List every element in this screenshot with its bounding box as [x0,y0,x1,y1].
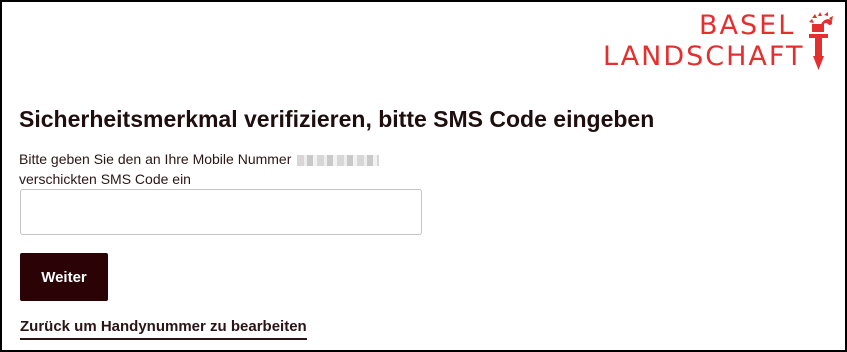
instructions-line-2: verschickten SMS Code ein [19,171,191,187]
page-frame: BASEL LANDSCHAFT Sicherheitsmerkmal veri… [0,0,847,352]
logo-line-landschaft: LANDSCHAFT [603,41,805,72]
sms-instructions: Bitte geben Sie den an Ihre Mobile Numme… [19,149,380,189]
next-button[interactable]: Weiter [20,253,108,301]
basel-landschaft-logo[interactable]: BASEL LANDSCHAFT [603,12,843,72]
instructions-line-1: Bitte geben Sie den an Ihre Mobile Numme… [19,151,292,167]
logo-line-basel: BASEL [699,10,796,41]
sms-code-input[interactable] [20,189,422,235]
edit-phone-number-link[interactable]: Zurück um Handynummer zu bearbeiten [20,317,307,340]
page-title: Sicherheitsmerkmal verifizieren, bitte S… [19,106,655,132]
redacted-phone-number [297,154,380,166]
baselstab-crozier-icon [809,12,833,70]
